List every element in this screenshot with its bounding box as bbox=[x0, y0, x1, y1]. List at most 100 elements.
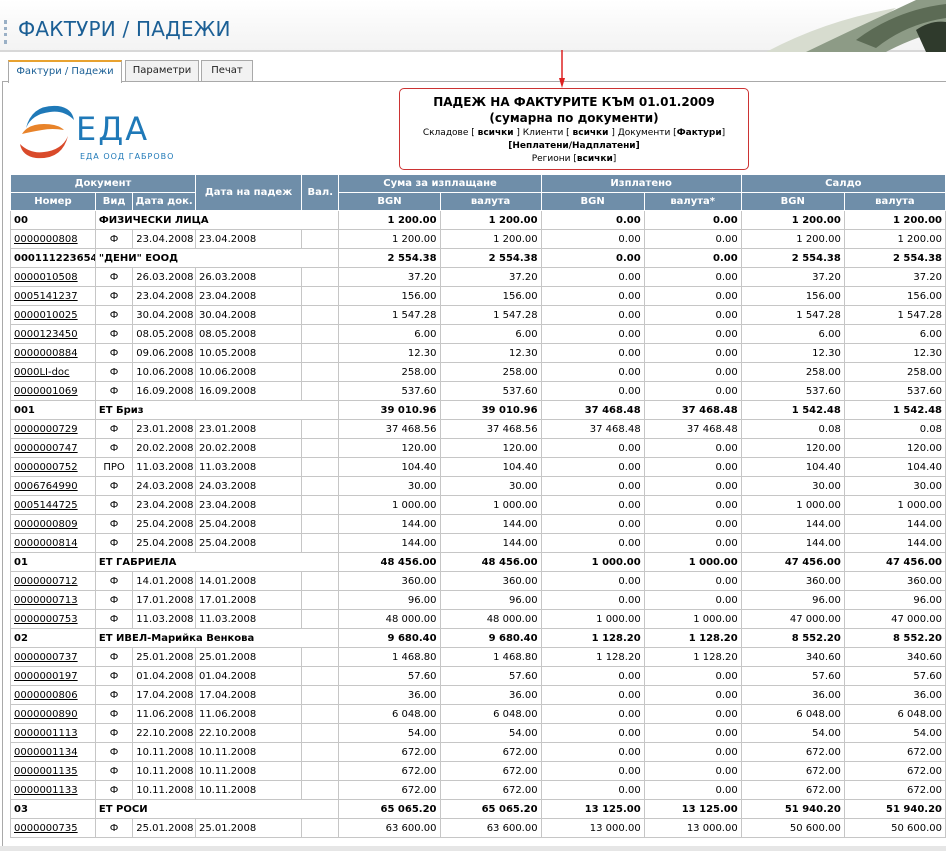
document-number-link[interactable]: 0000000737 bbox=[14, 652, 78, 663]
document-number-link[interactable]: 0000000752 bbox=[14, 462, 78, 473]
document-number-link[interactable]: 0000000806 bbox=[14, 690, 78, 701]
header-currency[interactable]: Вал. bbox=[301, 174, 340, 211]
document-number-cell: 0000000737 bbox=[10, 647, 96, 667]
currency bbox=[301, 647, 340, 667]
balance-bgn: 672.00 bbox=[740, 780, 845, 800]
due-date: 25.01.2008 bbox=[194, 818, 303, 838]
paid-bgn: 0.00 bbox=[540, 267, 645, 287]
document-date: 11.03.2008 bbox=[132, 609, 196, 629]
document-number-link[interactable]: 0000000747 bbox=[14, 443, 78, 454]
document-number-cell: 0006764990 bbox=[10, 476, 96, 496]
currency bbox=[301, 514, 340, 534]
grip-handle[interactable] bbox=[4, 20, 7, 44]
amount-currency: 48 000.00 bbox=[439, 609, 542, 629]
amount-bgn: 156.00 bbox=[338, 286, 441, 306]
balance-currency: 50 600.00 bbox=[843, 818, 946, 838]
document-number-link[interactable]: 0005144725 bbox=[14, 500, 78, 511]
report-title: ПАДЕЖ НА ФАКТУРИТЕ КЪМ 01.01.2009 bbox=[433, 95, 715, 109]
document-number-cell: 0005141237 bbox=[10, 286, 96, 306]
document-date: 24.03.2008 bbox=[132, 476, 196, 496]
amount-currency: 1 200.00 bbox=[439, 229, 542, 249]
balance-currency: 30.00 bbox=[843, 476, 946, 496]
balance-bgn: 120.00 bbox=[740, 438, 845, 458]
document-number-link[interactable]: 0000000814 bbox=[14, 538, 78, 549]
amount-currency: 156.00 bbox=[439, 286, 542, 306]
document-number-link[interactable]: 0000010025 bbox=[14, 310, 78, 321]
amount-bgn: 39 010.96 bbox=[338, 400, 441, 420]
document-number-link[interactable]: 0000001069 bbox=[14, 386, 78, 397]
header-balance-bgn[interactable]: BGN bbox=[740, 192, 845, 211]
amount-currency: 360.00 bbox=[439, 571, 542, 591]
document-number-link[interactable]: 0000000890 bbox=[14, 709, 78, 720]
document-number-link[interactable]: 0000123450 bbox=[14, 329, 78, 340]
client-code: 02 bbox=[10, 628, 96, 648]
due-date: 10.11.2008 bbox=[194, 761, 303, 781]
document-number-link[interactable]: 0000000735 bbox=[14, 823, 78, 834]
document-date: 25.04.2008 bbox=[132, 533, 196, 553]
document-number-link[interactable]: 0000000197 bbox=[14, 671, 78, 682]
table-row: 0000001069 Ф 16.09.2008 16.09.2008 537.60 537… bbox=[10, 381, 946, 401]
header-paid-currency[interactable]: валута* bbox=[643, 192, 742, 211]
header-amount-bgn[interactable]: BGN bbox=[338, 192, 441, 211]
tab-invoices-due[interactable]: Фактури / Падежи bbox=[8, 60, 122, 83]
header-paid-bgn[interactable]: BGN bbox=[540, 192, 645, 211]
document-date: 10.11.2008 bbox=[132, 780, 196, 800]
status-strip bbox=[0, 846, 946, 851]
document-date: 01.04.2008 bbox=[132, 666, 196, 686]
document-number-link[interactable]: 0000000884 bbox=[14, 348, 78, 359]
balance-bgn: 258.00 bbox=[740, 362, 845, 382]
document-number-link[interactable]: 0000000809 bbox=[14, 519, 78, 530]
document-number-link[interactable]: 0000000808 bbox=[14, 234, 78, 245]
currency bbox=[301, 761, 340, 781]
document-number-link[interactable]: 0000000712 bbox=[14, 576, 78, 587]
paid-currency: 1 000.00 bbox=[643, 552, 742, 572]
tab-parameters[interactable]: Параметри bbox=[125, 60, 199, 82]
document-type: Ф bbox=[94, 647, 134, 667]
document-number-link[interactable]: 0000001113 bbox=[14, 728, 78, 739]
header-balance: Салдо bbox=[740, 174, 946, 193]
document-number-link[interactable]: 0006764990 bbox=[14, 481, 78, 492]
due-date: 25.04.2008 bbox=[194, 514, 303, 534]
amount-bgn: 12.30 bbox=[338, 343, 441, 363]
balance-bgn: 0.08 bbox=[740, 419, 845, 439]
tab-print[interactable]: Печат bbox=[201, 60, 253, 82]
document-number-link[interactable]: 0000001134 bbox=[14, 747, 78, 758]
document-date: 23.04.2008 bbox=[132, 495, 196, 515]
header-type[interactable]: Вид bbox=[94, 192, 134, 211]
paid-bgn: 0.00 bbox=[540, 362, 645, 382]
paid-bgn: 0.00 bbox=[540, 438, 645, 458]
paid-bgn: 0.00 bbox=[540, 780, 645, 800]
currency bbox=[301, 780, 340, 800]
client-code: 03 bbox=[10, 799, 96, 819]
document-number-link[interactable]: 0000010508 bbox=[14, 272, 78, 283]
amount-bgn: 1 468.80 bbox=[338, 647, 441, 667]
balance-bgn: 156.00 bbox=[740, 286, 845, 306]
paid-currency: 0.00 bbox=[643, 533, 742, 553]
header-balance-currency[interactable]: валута bbox=[843, 192, 946, 211]
due-date: 10.11.2008 bbox=[194, 780, 303, 800]
balance-bgn: 6 048.00 bbox=[740, 704, 845, 724]
header-due-date[interactable]: Дата на падеж bbox=[194, 174, 303, 211]
document-number-link[interactable]: 0000000713 bbox=[14, 595, 78, 606]
document-number-link[interactable]: 0000001133 bbox=[14, 785, 78, 796]
document-number-cell: 0000000806 bbox=[10, 685, 96, 705]
header-amount-currency[interactable]: валута bbox=[439, 192, 542, 211]
document-number-cell: 0000000752 bbox=[10, 457, 96, 477]
paid-currency: 1 128.20 bbox=[643, 647, 742, 667]
header-doc-date[interactable]: Дата док. bbox=[132, 192, 196, 211]
document-number-link[interactable]: 0000LI-doc bbox=[14, 367, 70, 378]
document-date: 23.04.2008 bbox=[132, 229, 196, 249]
balance-currency: 144.00 bbox=[843, 533, 946, 553]
document-number-link[interactable]: 0000000753 bbox=[14, 614, 78, 625]
document-number-cell: 0000001133 bbox=[10, 780, 96, 800]
document-number-cell: 0000LI-doc bbox=[10, 362, 96, 382]
document-number-link[interactable]: 0000000729 bbox=[14, 424, 78, 435]
due-date: 25.01.2008 bbox=[194, 647, 303, 667]
currency bbox=[301, 419, 340, 439]
amount-currency: 37 468.56 bbox=[439, 419, 542, 439]
document-number-link[interactable]: 0005141237 bbox=[14, 291, 78, 302]
logo-swoosh-icon bbox=[20, 105, 74, 159]
header-number[interactable]: Номер bbox=[10, 192, 96, 211]
document-number-link[interactable]: 0000001135 bbox=[14, 766, 78, 777]
balance-currency: 8 552.20 bbox=[843, 628, 946, 648]
